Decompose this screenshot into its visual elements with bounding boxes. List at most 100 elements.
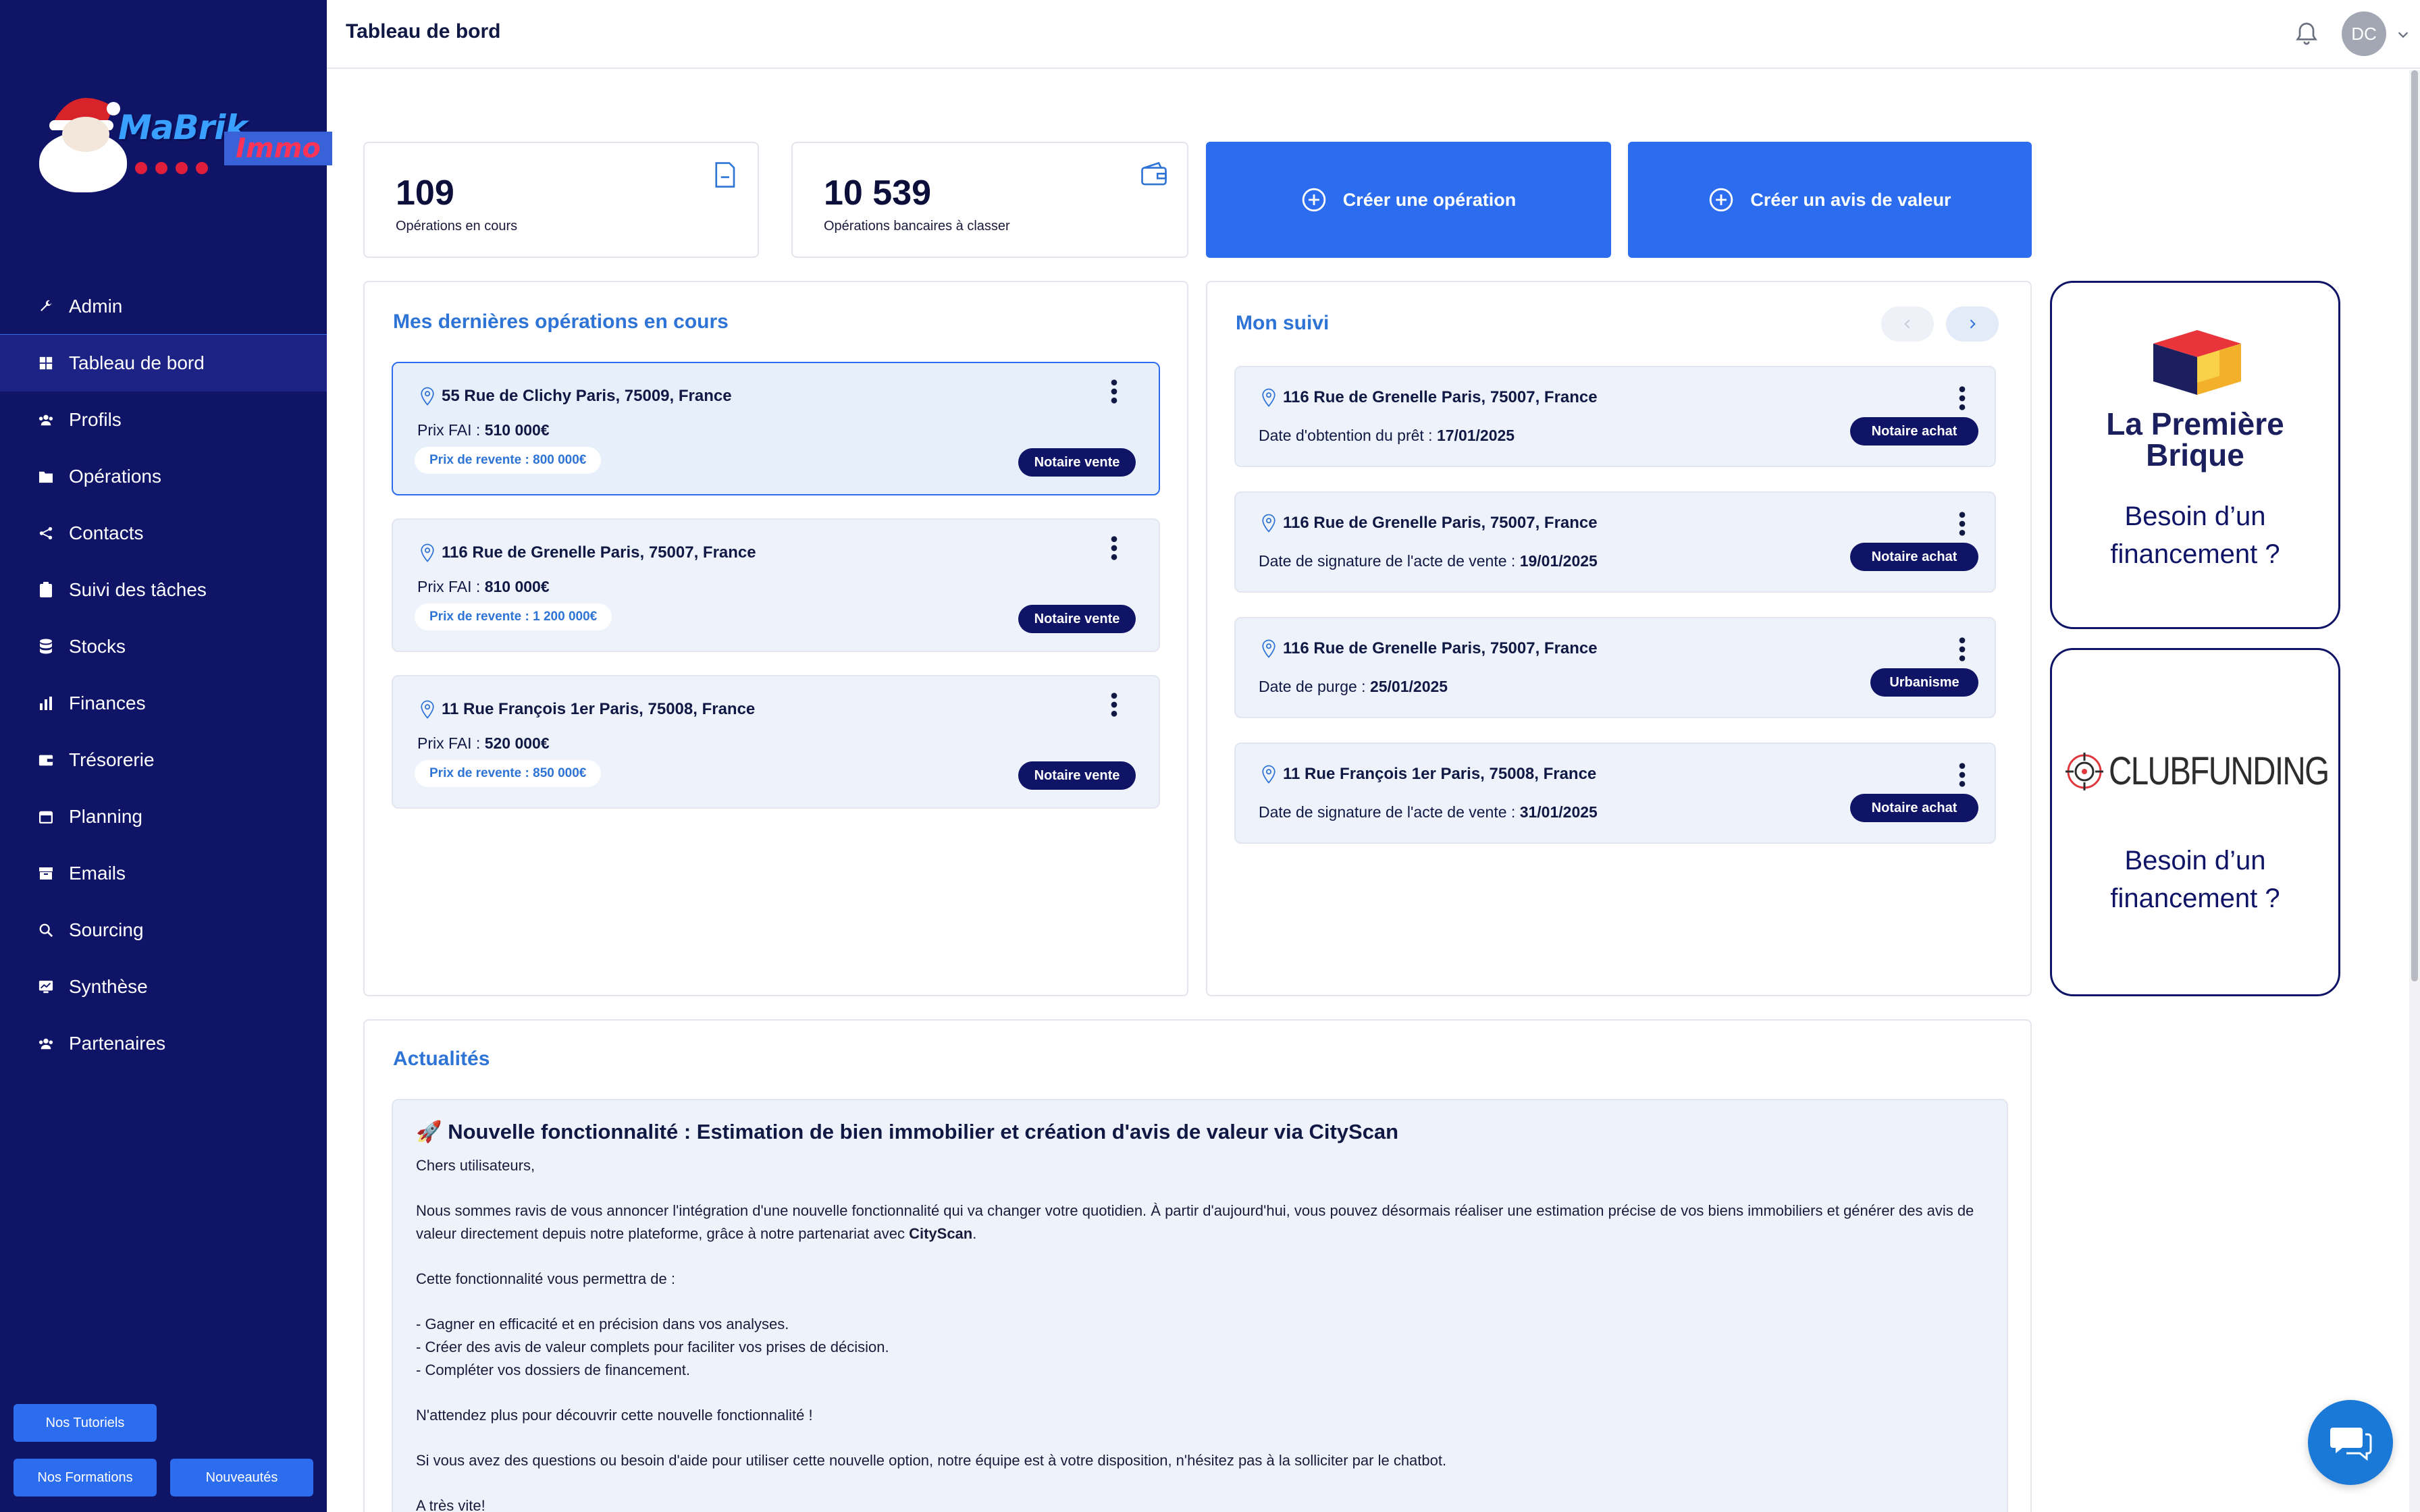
date-value: 19/01/2025 — [1519, 552, 1598, 570]
plus-circle-icon — [1302, 188, 1325, 212]
more-options-icon[interactable] — [1955, 510, 1969, 537]
sidebar: MaBrik Immo Admin Tableau de bord Profil… — [0, 0, 332, 1512]
brand-logo[interactable]: MaBrik Immo — [34, 84, 332, 192]
document-icon — [715, 162, 735, 188]
sidebar-item-treasury[interactable]: Trésorerie — [0, 732, 327, 788]
partner-need: Besoin d’un financement ? — [2052, 497, 2338, 573]
bell-icon[interactable] — [2293, 20, 2320, 47]
stat-label: Opérations bancaires à classer — [824, 219, 1010, 234]
sidebar-nav: Admin Tableau de bord Profils Opérations… — [0, 278, 327, 1072]
address-text: 116 Rue de Grenelle Paris, 75007, France — [1283, 514, 1598, 532]
inbox-icon — [38, 865, 54, 882]
sidebar-item-tasks[interactable]: Suivi des tâches — [0, 562, 327, 618]
price-label: Prix FAI : — [417, 734, 485, 752]
operation-price: Prix FAI : 810 000€ — [417, 578, 550, 596]
sidebar-item-operations[interactable]: Opérations — [0, 448, 327, 505]
suivi-title: Mon suivi — [1236, 312, 1330, 334]
avatar[interactable]: DC — [2342, 11, 2386, 56]
stat-card-bank-operations[interactable]: 10 539 Opérations bancaires à classer — [791, 142, 1188, 258]
wallet-icon — [38, 752, 54, 768]
more-options-icon[interactable] — [1107, 691, 1121, 718]
chat-button[interactable] — [2308, 1400, 2393, 1485]
location-pin-icon — [421, 700, 434, 719]
next-button[interactable] — [1946, 306, 1999, 342]
news-headline: 🚀 Nouvelle fonctionnalité : Estimation d… — [416, 1120, 1399, 1143]
date-label: Date de signature de l'acte de vente : — [1259, 552, 1520, 570]
operation-address: 11 Rue François 1er Paris, 75008, France — [417, 699, 755, 720]
database-icon — [38, 639, 54, 655]
news-button[interactable]: Nouveautés — [170, 1459, 313, 1496]
status-badge: Urbanisme — [1870, 668, 1978, 697]
cube-logo-icon — [2153, 330, 2241, 395]
status-badge: Notaire achat — [1850, 794, 1978, 822]
location-pin-icon — [421, 543, 434, 562]
sidebar-item-finances[interactable]: Finances — [0, 675, 327, 732]
operation-card[interactable]: 11 Rue François 1er Paris, 75008, France… — [392, 675, 1160, 809]
chat-bubble-icon — [2330, 1428, 2372, 1461]
partner-card-lpb[interactable]: La Première Brique Besoin d’un financeme… — [2050, 281, 2340, 629]
partner-name: La Première Brique — [2052, 408, 2338, 470]
address-text: 55 Rue de Clichy Paris, 75009, France — [442, 387, 732, 405]
partner-card-clubfunding[interactable]: CLUBFUNDING Besoin d’un financement ? — [2050, 648, 2340, 996]
suivi-card[interactable]: 116 Rue de Grenelle Paris, 75007, France… — [1234, 366, 1996, 467]
sidebar-item-dashboard[interactable]: Tableau de bord — [0, 335, 327, 392]
scrollbar-thumb[interactable] — [2411, 70, 2418, 981]
sidebar-item-label: Partenaires — [69, 1033, 166, 1054]
operation-card[interactable]: 55 Rue de Clichy Paris, 75009, France Pr… — [392, 362, 1160, 495]
users-icon — [38, 1035, 54, 1052]
wrench-icon — [38, 298, 54, 315]
sidebar-item-sourcing[interactable]: Sourcing — [0, 902, 327, 959]
create-operation-button[interactable]: Créer une opération — [1206, 142, 1611, 258]
more-options-icon[interactable] — [1107, 535, 1121, 562]
operation-card[interactable]: 116 Rue de Grenelle Paris, 75007, France… — [392, 518, 1160, 652]
more-options-icon[interactable] — [1107, 378, 1121, 405]
status-badge: Notaire achat — [1850, 417, 1978, 446]
stat-card-operations[interactable]: 109 Opérations en cours — [363, 142, 759, 258]
need-line1: Besoin d’un — [2124, 502, 2266, 531]
sidebar-item-profiles[interactable]: Profils — [0, 392, 327, 448]
suivi-card[interactable]: 11 Rue François 1er Paris, 75008, France… — [1234, 742, 1996, 844]
page-scrollbar[interactable] — [2409, 70, 2420, 1512]
need-line2: financement ? — [2110, 884, 2280, 913]
more-options-icon[interactable] — [1955, 636, 1969, 663]
more-options-icon[interactable] — [1955, 385, 1969, 412]
suivi-card[interactable]: 116 Rue de Grenelle Paris, 75007, France… — [1234, 617, 1996, 718]
sidebar-item-partners[interactable]: Partenaires — [0, 1015, 327, 1072]
page-title: Tableau de bord — [346, 20, 501, 43]
news-greeting: Chers utilisateurs, — [416, 1157, 535, 1174]
sidebar-item-contacts[interactable]: Contacts — [0, 505, 327, 562]
location-pin-icon — [1262, 765, 1275, 784]
button-label: Créer un avis de valeur — [1750, 189, 1951, 210]
sidebar-item-emails[interactable]: Emails — [0, 845, 327, 902]
news-paragraph-end: . — [972, 1225, 977, 1242]
sidebar-item-stocks[interactable]: Stocks — [0, 618, 327, 675]
sidebar-item-synthesis[interactable]: Synthèse — [0, 959, 327, 1015]
chevron-down-icon[interactable] — [2396, 27, 2411, 42]
news-bullet: - Gagner en efficacité et en précision d… — [416, 1316, 789, 1332]
trainings-button[interactable]: Nos Formations — [14, 1459, 157, 1496]
sidebar-item-label: Admin — [69, 296, 123, 317]
chevron-right-icon — [1970, 319, 1976, 329]
previous-button[interactable] — [1881, 306, 1934, 342]
more-options-icon[interactable] — [1955, 761, 1969, 788]
target-logo-icon — [2066, 753, 2103, 790]
sidebar-item-admin[interactable]: Admin — [0, 278, 327, 336]
bar-chart-icon — [38, 695, 54, 711]
stat-label: Opérations en cours — [396, 219, 518, 234]
search-icon — [38, 922, 54, 938]
location-pin-icon — [421, 387, 434, 406]
sidebar-item-planning[interactable]: Planning — [0, 788, 327, 845]
address-text: 116 Rue de Grenelle Paris, 75007, France — [442, 543, 756, 562]
need-line2: financement ? — [2110, 539, 2280, 569]
news-paragraph-text: Nous sommes ravis de vous annoncer l'int… — [416, 1202, 1974, 1242]
price-value: 510 000€ — [484, 421, 550, 439]
wallet-icon — [1141, 161, 1167, 186]
tutorials-button[interactable]: Nos Tutoriels — [14, 1404, 157, 1442]
date-value: 31/01/2025 — [1519, 803, 1598, 821]
resale-pill: Prix de revente : 1 200 000€ — [415, 603, 612, 630]
sidebar-item-label: Tableau de bord — [69, 352, 205, 373]
create-valuation-button[interactable]: Créer un avis de valeur — [1628, 142, 2032, 258]
suivi-card[interactable]: 116 Rue de Grenelle Paris, 75007, France… — [1234, 491, 1996, 593]
need-line1: Besoin d’un — [2124, 846, 2266, 875]
date-value: 17/01/2025 — [1436, 427, 1515, 444]
